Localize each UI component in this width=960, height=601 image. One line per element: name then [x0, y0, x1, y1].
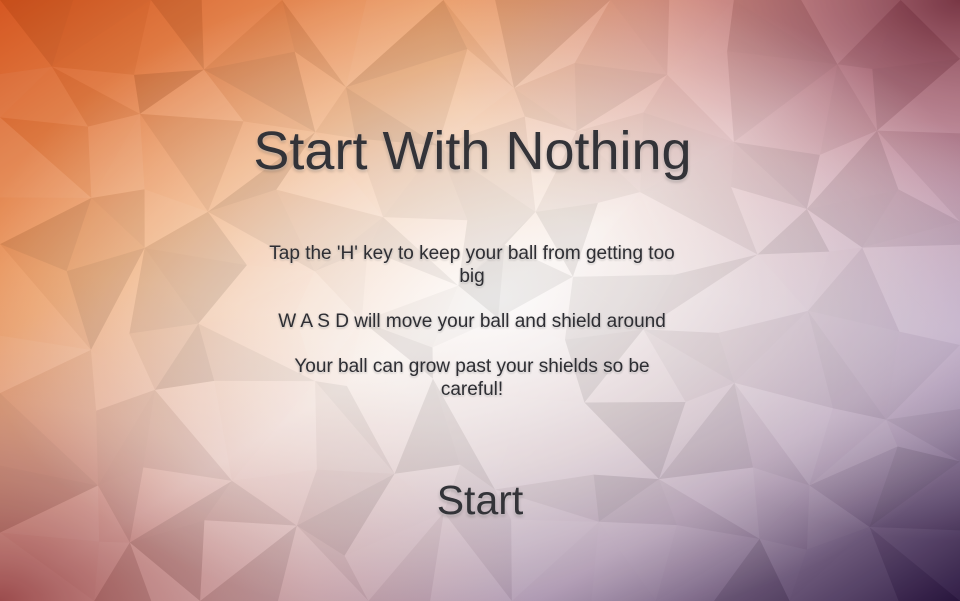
start-button[interactable]: Start [410, 472, 550, 528]
instruction-movement: W A S D will move your ball and shield a… [278, 311, 666, 332]
game-title: Start With Nothing [253, 121, 692, 181]
instruction-warning: Your ball can grow past your shields so … [294, 356, 650, 400]
start-screen: Start With Nothing Tap the 'H' key to ke… [0, 0, 960, 601]
instructions-panel: Tap the 'H' key to keep your ball from g… [262, 242, 682, 423]
instruction-hide-key: Tap the 'H' key to keep your ball from g… [269, 243, 675, 287]
